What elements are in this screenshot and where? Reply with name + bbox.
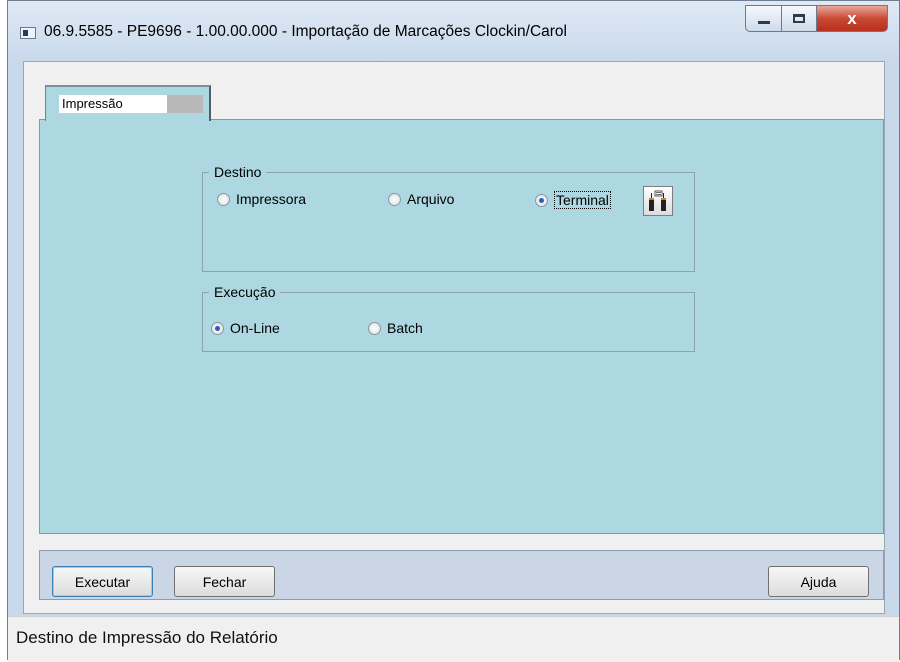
radio-online-label: On-Line — [230, 320, 280, 336]
tab-label-fill — [167, 95, 203, 113]
radio-impressora[interactable]: Impressora — [217, 191, 306, 207]
radio-terminal-circle[interactable] — [535, 193, 548, 207]
radio-batch-circle[interactable] — [368, 321, 381, 335]
status-bar: Destino de Impressão do Relatório — [8, 616, 899, 662]
radio-terminal-label: Terminal — [554, 191, 611, 209]
executar-button[interactable]: Executar — [52, 566, 153, 597]
execucao-legend: Execução — [209, 284, 281, 300]
radio-online[interactable]: On-Line — [211, 320, 280, 336]
radio-arquivo[interactable]: Arquivo — [388, 191, 454, 207]
radio-terminal[interactable]: Terminal — [535, 191, 611, 209]
status-text: Destino de Impressão do Relatório — [16, 628, 278, 647]
radio-batch-label: Batch — [387, 320, 423, 336]
main-window: 06.9.5585 - PE9696 - 1.00.00.000 - Impor… — [7, 0, 900, 662]
maximize-icon — [793, 14, 805, 23]
close-button[interactable]: x — [816, 5, 888, 32]
ajuda-button[interactable]: Ajuda — [768, 566, 869, 597]
destino-legend: Destino — [209, 164, 267, 180]
maximize-button[interactable] — [781, 5, 817, 32]
radio-batch[interactable]: Batch — [368, 320, 423, 336]
radio-impressora-label: Impressora — [236, 191, 307, 207]
tools-icon — [649, 190, 666, 211]
dialog-client-area: Impressão Destino Impressora Arquivo Ter… — [23, 61, 885, 614]
minimize-button[interactable] — [745, 5, 782, 32]
button-bar: Executar Fechar Ajuda — [39, 550, 884, 600]
minimize-icon — [757, 21, 770, 24]
radio-arquivo-label: Arquivo — [407, 191, 455, 207]
printer-setup-icon[interactable] — [643, 186, 673, 216]
window-title: 06.9.5585 - PE9696 - 1.00.00.000 - Impor… — [44, 23, 567, 40]
radio-arquivo-circle[interactable] — [388, 192, 401, 206]
execucao-group: Execução On-Line Batch — [202, 284, 695, 352]
tab-panel-impressao: Destino Impressora Arquivo Terminal Exec… — [39, 119, 884, 534]
tab-impressao-label[interactable]: Impressão — [59, 95, 167, 113]
title-bar[interactable]: 06.9.5585 - PE9696 - 1.00.00.000 - Impor… — [8, 1, 899, 61]
app-icon[interactable] — [20, 27, 36, 39]
close-icon: x — [847, 8, 857, 28]
radio-impressora-circle[interactable] — [217, 192, 230, 206]
fechar-button[interactable]: Fechar — [174, 566, 275, 597]
radio-online-circle[interactable] — [211, 321, 224, 335]
destino-group: Destino Impressora Arquivo Terminal — [202, 164, 695, 272]
